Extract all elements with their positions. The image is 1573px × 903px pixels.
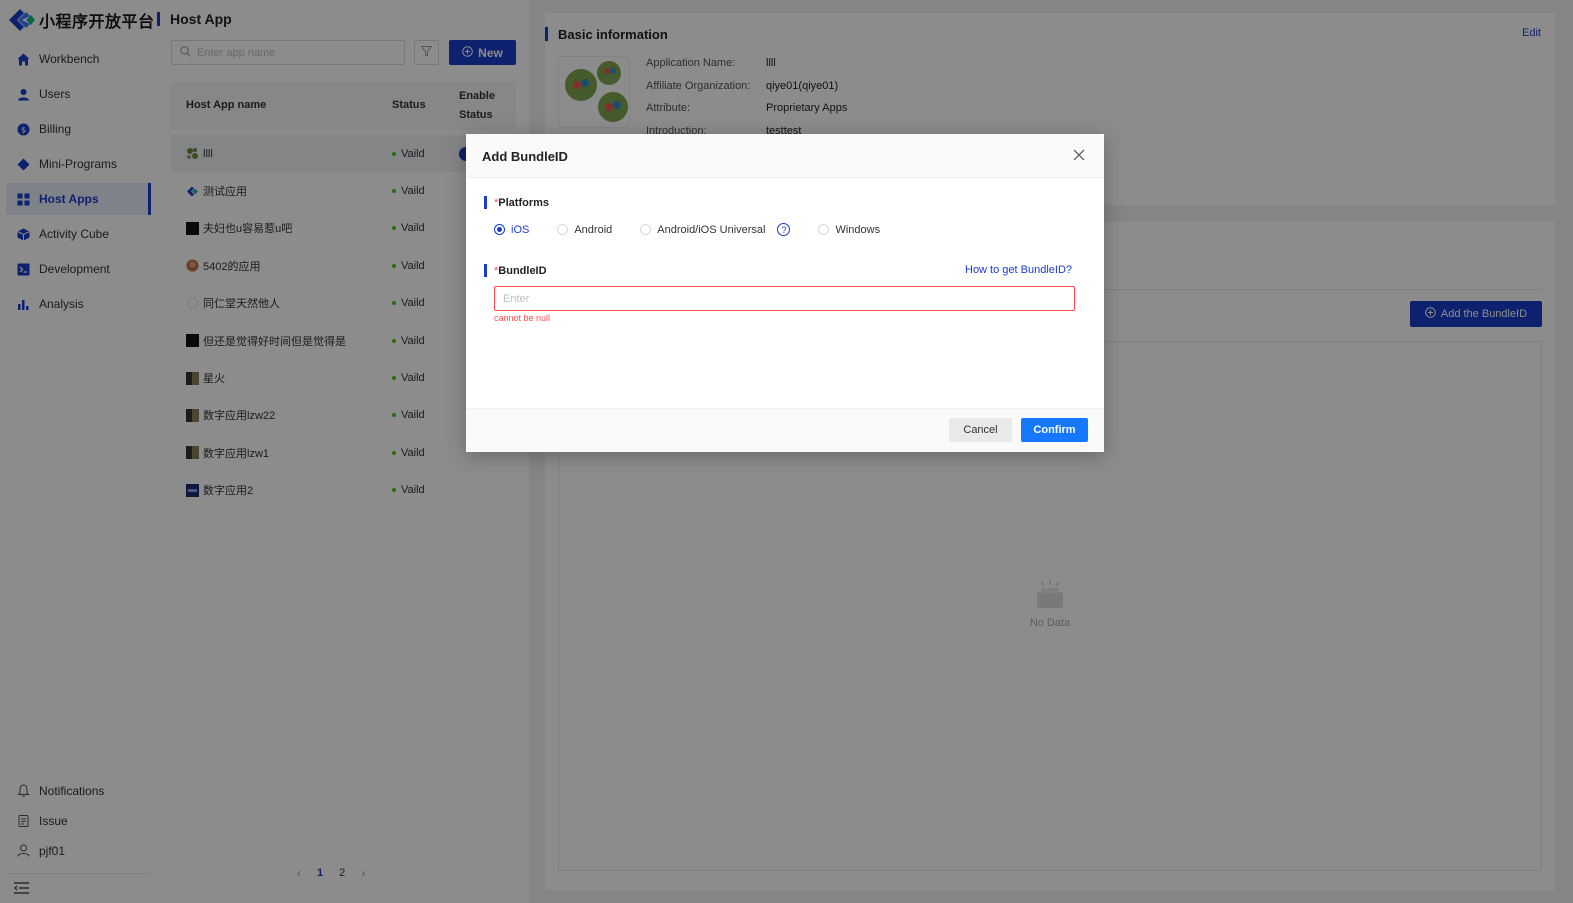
- how-to-get-bundle-id-link[interactable]: How to get BundleID?: [965, 264, 1072, 276]
- radio-circle[interactable]: [818, 224, 830, 235]
- add-bundle-id-dialog: Add BundleID * Platforms iOS Android And…: [466, 134, 1104, 452]
- help-icon[interactable]: ?: [777, 223, 791, 236]
- label-accent-bar: [484, 264, 487, 277]
- validation-error: cannot be null: [494, 313, 551, 323]
- platforms-label: * Platforms: [484, 196, 549, 209]
- radio-circle[interactable]: [640, 224, 652, 235]
- bundle-id-input[interactable]: [494, 286, 1075, 311]
- radio-circle[interactable]: [557, 224, 569, 235]
- platform-radio-universal[interactable]: Android/iOS Universal ?: [640, 223, 791, 236]
- platform-radio-android[interactable]: Android: [557, 224, 612, 236]
- bundle-id-label: * BundleID: [484, 264, 547, 277]
- platform-radio-group: iOS Android Android/iOS Universal ? Wind…: [494, 223, 908, 236]
- platform-radio-windows[interactable]: Windows: [818, 224, 880, 236]
- confirm-button[interactable]: Confirm: [1021, 418, 1088, 442]
- platform-radio-ios[interactable]: iOS: [494, 224, 529, 236]
- cancel-button[interactable]: Cancel: [949, 418, 1012, 442]
- close-icon[interactable]: [1072, 148, 1086, 162]
- label-accent-bar: [484, 196, 487, 209]
- radio-circle[interactable]: [494, 224, 505, 235]
- dialog-title: Add BundleID: [482, 149, 568, 164]
